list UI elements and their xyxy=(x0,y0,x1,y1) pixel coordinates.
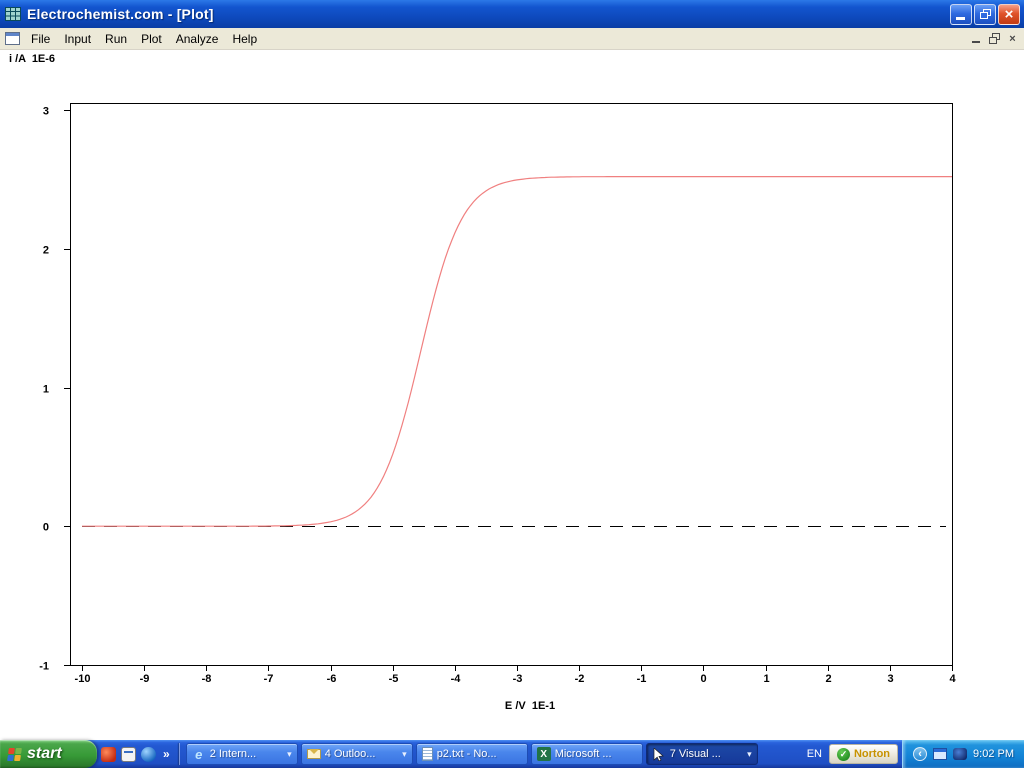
y-tick-label: 1 xyxy=(43,384,49,396)
x-tick-label: -2 xyxy=(575,673,585,685)
menu-input[interactable]: Input xyxy=(57,29,98,49)
x-tick-label: 2 xyxy=(825,673,831,685)
restore-icon xyxy=(980,9,991,19)
ie-icon: e xyxy=(192,747,206,761)
close-button[interactable]: × xyxy=(998,4,1020,25)
taskbar-button-excel[interactable]: X Microsoft ... xyxy=(531,743,643,765)
restore-button[interactable] xyxy=(974,4,996,25)
x-tick-label: -3 xyxy=(513,673,523,685)
menu-bar: File Input Run Plot Analyze Help × xyxy=(0,28,1024,50)
chevron-down-icon: ▾ xyxy=(287,749,292,760)
tray-collapse-chevron[interactable]: ‹ xyxy=(913,747,927,761)
x-tick-label: -5 xyxy=(389,673,399,685)
menu-analyze[interactable]: Analyze xyxy=(169,29,226,49)
quick-launch-icon-3[interactable] xyxy=(141,747,156,762)
minimize-icon xyxy=(956,17,965,20)
mdi-minimize-button[interactable] xyxy=(968,31,985,46)
y-tick-label: 2 xyxy=(43,245,49,257)
start-label: start xyxy=(27,745,62,763)
current-curve xyxy=(82,177,952,527)
plot-document-icon[interactable] xyxy=(5,32,20,45)
excel-icon: X xyxy=(537,747,551,761)
mdi-close-button[interactable]: × xyxy=(1004,31,1021,46)
x-tick-label: -7 xyxy=(264,673,274,685)
x-tick-label: -4 xyxy=(451,673,462,685)
x-axis-title: E /V 1E-1 xyxy=(420,700,640,712)
x-tick-label: 0 xyxy=(700,673,706,685)
menu-plot[interactable]: Plot xyxy=(134,29,169,49)
plot-frame xyxy=(71,104,953,666)
x-tick-label: 3 xyxy=(887,673,893,685)
norton-badge[interactable]: ✓ Norton xyxy=(829,744,898,764)
cursor-icon xyxy=(652,747,666,761)
quick-launch: » xyxy=(97,747,176,762)
norton-label: Norton xyxy=(854,748,890,760)
notepad-icon xyxy=(422,747,433,761)
minimize-button[interactable] xyxy=(950,4,972,25)
mdi-restore-button[interactable] xyxy=(986,31,1003,46)
x-tick-label: 1 xyxy=(763,673,769,685)
menu-run[interactable]: Run xyxy=(98,29,134,49)
plot-area: i /A 1E-6 -10-9-8-7-6-5-4-3-2-1012343210… xyxy=(0,50,1024,740)
taskbar-button-outlook-group[interactable]: 4 Outloo... ▾ xyxy=(301,743,413,765)
desktop: Electrochemist.com - [Plot] × File Input… xyxy=(0,0,1024,768)
quick-launch-icon-2[interactable] xyxy=(121,747,136,762)
plot-canvas: -10-9-8-7-6-5-4-3-2-1012343210-1 xyxy=(0,50,1024,740)
taskbar-separator xyxy=(179,743,180,765)
taskbar-button-visual-group[interactable]: 7 Visual ... ▾ xyxy=(646,743,758,765)
x-tick-label: -10 xyxy=(75,673,91,685)
chevron-down-icon: ▾ xyxy=(747,749,752,760)
x-tick-label: 4 xyxy=(949,673,956,685)
y-tick-label: 3 xyxy=(43,106,49,118)
task-buttons: e 2 Intern... ▾ 4 Outloo... ▾ p2.txt - N… xyxy=(183,743,800,765)
taskbar-button-notepad[interactable]: p2.txt - No... xyxy=(416,743,528,765)
windows-flag-icon xyxy=(7,748,22,761)
language-indicator[interactable]: EN xyxy=(800,748,829,760)
taskbar: start » e 2 Intern... ▾ 4 Outloo... ▾ p2… xyxy=(0,740,1024,768)
taskbar-button-internet-explorer-group[interactable]: e 2 Intern... ▾ xyxy=(186,743,298,765)
title-bar: Electrochemist.com - [Plot] × xyxy=(0,0,1024,28)
clock[interactable]: 9:02 PM xyxy=(973,748,1014,760)
quick-launch-icon-1[interactable] xyxy=(101,747,116,762)
y-tick-label: 0 xyxy=(43,522,49,534)
system-tray: ‹ 9:02 PM xyxy=(902,740,1024,768)
quick-launch-overflow-chevron[interactable]: » xyxy=(161,747,172,761)
menu-help[interactable]: Help xyxy=(225,29,264,49)
norton-check-icon: ✓ xyxy=(837,748,850,761)
outlook-icon xyxy=(307,749,321,759)
tray-icon-1[interactable] xyxy=(933,748,947,760)
tray-icon-2[interactable] xyxy=(953,748,967,760)
start-button[interactable]: start xyxy=(0,740,97,768)
y-tick-label: -1 xyxy=(39,661,49,673)
chevron-down-icon: ▾ xyxy=(402,749,407,760)
window-title: Electrochemist.com - [Plot] xyxy=(27,6,948,22)
x-tick-label: -9 xyxy=(140,673,150,685)
close-icon: × xyxy=(1005,7,1014,22)
menu-file[interactable]: File xyxy=(24,29,57,49)
app-icon[interactable] xyxy=(4,6,22,22)
x-tick-label: -8 xyxy=(202,673,212,685)
x-tick-label: -1 xyxy=(637,673,647,685)
x-tick-label: -6 xyxy=(327,673,337,685)
